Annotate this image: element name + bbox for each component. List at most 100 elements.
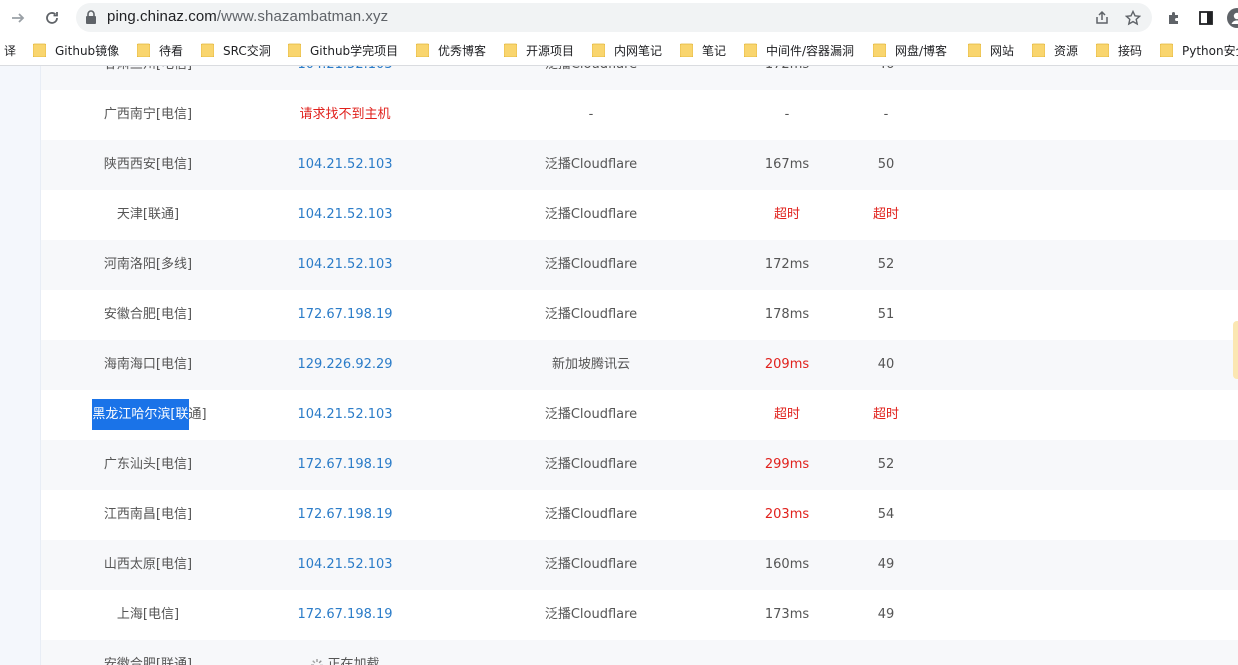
star-icon — [1125, 10, 1141, 26]
bookmark-label: 网站 — [990, 43, 1015, 58]
bookmark-label: 接码 — [1118, 43, 1143, 58]
bookmark-folder[interactable]: 接码 — [1096, 42, 1142, 58]
bookmark-item[interactable]: 译 — [4, 42, 16, 58]
bookmark-label: Github学完项目 — [310, 43, 399, 58]
table-row: 广东汕头[电信] 172.67.198.19 泛播Cloudflare 299ms 52 — [41, 440, 1238, 490]
isp-cell: 泛播Cloudflare — [544, 257, 638, 272]
location-cell: 山西太原[电信] — [103, 557, 193, 572]
ttl-cell: 49 — [877, 557, 895, 572]
ip-cell[interactable]: 104.21.52.103 — [275, 390, 415, 440]
table-row: 河南洛阳[多线] 104.21.52.103 泛播Cloudflare 172ms 52 — [41, 240, 1238, 290]
bookmark-label: 内网笔记 — [614, 43, 663, 58]
address-bar[interactable]: ping.chinaz.com/www.shazambatman.xyz — [76, 3, 1152, 32]
folder-icon — [1032, 43, 1045, 57]
isp-cell: 新加坡腾讯云 — [551, 357, 630, 372]
table-row: 陕西西安[电信] 104.21.52.103 泛播Cloudflare 167ms 50 — [41, 140, 1238, 190]
ip-cell[interactable]: 104.21.52.103 — [275, 540, 415, 590]
folder-icon — [1096, 43, 1109, 57]
location-cell: 广西南宁[电信] — [103, 107, 193, 122]
bookmark-star-button[interactable] — [1123, 8, 1143, 28]
bookmark-label: 优秀博客 — [438, 43, 487, 58]
forward-button[interactable] — [6, 6, 30, 30]
table-row: 黑龙江哈尔滨[联通] 104.21.52.103 泛播Cloudflare 超时 超时 — [41, 390, 1238, 440]
selected-text: 黑龙江哈尔滨[联 — [92, 399, 189, 430]
location-cell: 黑龙江哈尔滨[联通] — [87, 390, 212, 440]
bookmark-folder[interactable]: SRC交洞 — [201, 42, 271, 58]
spinner-icon — [311, 659, 324, 665]
floating-side-tab[interactable] — [1233, 321, 1238, 379]
profile-avatar[interactable] — [1226, 7, 1238, 29]
folder-icon — [416, 43, 429, 57]
folder-icon — [288, 43, 301, 57]
page-content: 甘肃兰州[电信] 104.21.52.103 泛播Cloudflare 172ms 46… — [0, 66, 1238, 665]
table-row: 上海[电信] 172.67.198.19 泛播Cloudflare 173ms 49 — [41, 590, 1238, 640]
folder-icon — [680, 43, 693, 57]
ip-cell[interactable]: 172.67.198.19 — [275, 290, 415, 340]
url-text[interactable]: ping.chinaz.com/www.shazambatman.xyz — [107, 8, 388, 25]
share-icon — [1096, 10, 1108, 24]
reload-button[interactable] — [40, 6, 64, 30]
folder-icon — [1160, 43, 1173, 57]
bookmark-folder[interactable]: 开源项目 — [504, 42, 574, 58]
ttl-cell: 51 — [877, 307, 895, 322]
ip-cell: 请求找不到主机 — [299, 107, 391, 122]
bookmark-folder[interactable]: 网盘/博客 — [873, 42, 947, 58]
isp-cell: 泛播Cloudflare — [510, 66, 672, 90]
lock-icon[interactable] — [84, 10, 98, 25]
ip-cell[interactable]: 104.21.52.103 — [275, 190, 415, 240]
loading-indicator: 正在加载 — [275, 640, 415, 665]
ttl-cell: 超时 — [872, 207, 899, 222]
url-host: ping.chinaz.com — [107, 8, 217, 25]
bookmark-folder[interactable]: 中间件/容器漏洞 — [744, 42, 854, 58]
ttl-cell: 52 — [877, 257, 895, 272]
bookmark-folder[interactable]: Github学完项目 — [288, 42, 398, 58]
location-cell: 陕西西安[电信] — [103, 157, 193, 172]
bookmark-folder[interactable]: 内网笔记 — [592, 42, 662, 58]
bookmark-label: Github镜像 — [55, 43, 120, 58]
table-row: 天津[联通] 104.21.52.103 泛播Cloudflare 超时 超时 — [41, 190, 1238, 240]
ip-cell[interactable]: 172.67.198.19 — [275, 440, 415, 490]
bookmark-folder[interactable]: Github镜像 — [33, 42, 119, 58]
bookmark-label: Python安全 — [1182, 43, 1238, 58]
table-row: 江西南昌[电信] 172.67.198.19 泛播Cloudflare 203ms 54 — [41, 490, 1238, 540]
ip-cell[interactable]: 104.21.52.103 — [275, 66, 415, 90]
bookmark-folder[interactable]: Python安全 — [1160, 42, 1238, 58]
location-cell: 安徽合肥[联通] — [103, 657, 193, 665]
location-cell: 河南洛阳[多线] — [103, 257, 193, 272]
ip-cell[interactable]: 104.21.52.103 — [275, 140, 415, 190]
extensions-button[interactable] — [1163, 7, 1185, 29]
share-button[interactable] — [1092, 8, 1112, 28]
table-row: 广西南宁[电信] 请求找不到主机 - - - — [41, 90, 1238, 140]
ip-cell[interactable]: 129.226.92.29 — [275, 340, 415, 390]
ip-cell[interactable]: 172.67.198.19 — [275, 490, 415, 540]
location-cell: 安徽合肥[电信] — [103, 307, 193, 322]
bookmark-folder[interactable]: 笔记 — [680, 42, 726, 58]
isp-cell: 泛播Cloudflare — [544, 557, 638, 572]
ttl-cell: 46 — [851, 66, 921, 90]
ttl-cell: 超时 — [872, 407, 899, 422]
ttl-cell: 52 — [877, 457, 895, 472]
response-time-cell: - — [784, 107, 790, 122]
puzzle-icon — [1169, 12, 1178, 24]
ttl-cell: 54 — [877, 507, 895, 522]
ip-cell[interactable]: 104.21.52.103 — [275, 240, 415, 290]
ip-cell[interactable]: 172.67.198.19 — [275, 590, 415, 640]
bookmark-folder[interactable]: 资源 — [1032, 42, 1078, 58]
bookmark-label: 网盘/博客 — [895, 43, 948, 58]
bookmark-folder[interactable]: 待看 — [137, 42, 183, 58]
response-time-cell: 167ms — [764, 157, 810, 172]
isp-cell: - — [588, 107, 594, 122]
table-row: 安徽合肥[联通] 正在加载 — [41, 640, 1238, 665]
bookmark-folder[interactable]: 网站 — [968, 42, 1014, 58]
response-time-cell: 172ms — [764, 257, 810, 272]
location-cell: 天津[联通] — [116, 207, 180, 222]
folder-icon — [137, 43, 150, 57]
isp-cell: 泛播Cloudflare — [544, 207, 638, 222]
side-panel-button[interactable] — [1195, 7, 1217, 29]
folder-icon — [592, 43, 605, 57]
isp-cell: 泛播Cloudflare — [544, 157, 638, 172]
bookmark-label: 待看 — [159, 43, 184, 58]
bookmark-folder[interactable]: 优秀博客 — [416, 42, 486, 58]
response-time-cell: 160ms — [764, 557, 810, 572]
folder-icon — [201, 43, 214, 57]
